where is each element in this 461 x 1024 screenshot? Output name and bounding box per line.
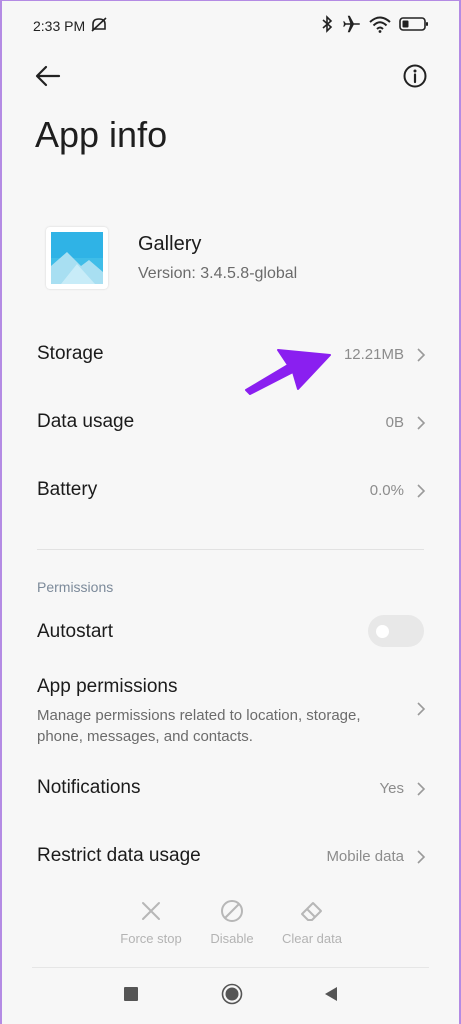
clear-data-button[interactable]: Clear data bbox=[267, 899, 357, 946]
bottom-actions: Force stop Disable Clear data bbox=[2, 899, 459, 959]
battery-value: 0.0% bbox=[369, 482, 404, 499]
back-arrow-icon bbox=[35, 65, 61, 87]
chevron-right-icon bbox=[417, 416, 426, 430]
close-icon bbox=[142, 902, 160, 920]
recents-square-icon[interactable] bbox=[123, 986, 139, 1002]
data-usage-label: Data usage bbox=[37, 411, 135, 432]
chevron-right-icon bbox=[417, 484, 426, 498]
chevron-right-icon bbox=[417, 782, 426, 796]
annotation-arrow-icon bbox=[245, 349, 331, 395]
notifications-row[interactable]: Notifications Yes bbox=[2, 761, 459, 821]
app-name: Gallery bbox=[138, 233, 202, 255]
notifications-value: Yes bbox=[379, 780, 404, 797]
disable-button[interactable]: Disable bbox=[187, 899, 277, 946]
clear-data-label: Clear data bbox=[282, 931, 342, 946]
status-icons bbox=[321, 15, 429, 33]
chevron-right-icon bbox=[417, 348, 426, 362]
data-usage-row[interactable]: Data usage 0B bbox=[2, 395, 459, 455]
autostart-toggle[interactable] bbox=[368, 615, 424, 647]
eraser-icon bbox=[301, 902, 322, 921]
status-bar: 2:33 PM bbox=[2, 1, 459, 53]
toggle-knob bbox=[376, 625, 389, 638]
autostart-label: Autostart bbox=[37, 621, 114, 642]
back-triangle-icon[interactable] bbox=[323, 986, 339, 1002]
bottom-separator bbox=[32, 967, 429, 968]
app-permissions-label: App permissions bbox=[37, 676, 178, 697]
permissions-section-label: Permissions bbox=[37, 579, 114, 595]
disable-label: Disable bbox=[210, 931, 254, 946]
system-nav-bar bbox=[2, 976, 459, 1016]
data-usage-value: 0B bbox=[385, 414, 404, 431]
wifi-icon bbox=[369, 15, 391, 33]
battery-icon bbox=[399, 16, 429, 32]
airplane-icon bbox=[341, 15, 361, 33]
app-version: Version: 3.4.5.8-global bbox=[138, 265, 298, 282]
restrict-data-usage-label: Restrict data usage bbox=[37, 845, 201, 866]
status-time: 2:33 PM bbox=[33, 18, 86, 34]
app-info-screen: 2:33 PM App info Gallery Version: 3.4.5.… bbox=[0, 0, 461, 1024]
section-divider bbox=[37, 549, 424, 550]
home-circle-icon[interactable] bbox=[221, 983, 243, 1005]
back-button[interactable] bbox=[32, 61, 66, 91]
bluetooth-icon bbox=[321, 15, 333, 33]
page-title: App info bbox=[35, 114, 168, 155]
restrict-data-usage-row[interactable]: Restrict data usage Mobile data bbox=[2, 829, 459, 889]
chevron-right-icon bbox=[417, 850, 426, 864]
info-icon bbox=[403, 64, 427, 88]
storage-row[interactable]: Storage 12.21MB bbox=[2, 327, 459, 387]
storage-value: 12.21MB bbox=[343, 346, 404, 363]
info-button[interactable] bbox=[402, 63, 428, 89]
disable-icon bbox=[221, 900, 243, 922]
notifications-label: Notifications bbox=[37, 777, 141, 798]
app-permissions-description: Manage permissions related to location, … bbox=[37, 707, 361, 745]
gallery-app-icon bbox=[46, 227, 108, 289]
force-stop-button[interactable]: Force stop bbox=[106, 899, 196, 946]
battery-row[interactable]: Battery 0.0% bbox=[2, 463, 459, 523]
chevron-right-icon bbox=[417, 702, 426, 716]
mute-icon bbox=[89, 15, 109, 35]
force-stop-label: Force stop bbox=[120, 931, 182, 946]
restrict-data-usage-value: Mobile data bbox=[326, 848, 404, 865]
battery-label: Battery bbox=[37, 479, 98, 500]
storage-label: Storage bbox=[37, 343, 104, 364]
